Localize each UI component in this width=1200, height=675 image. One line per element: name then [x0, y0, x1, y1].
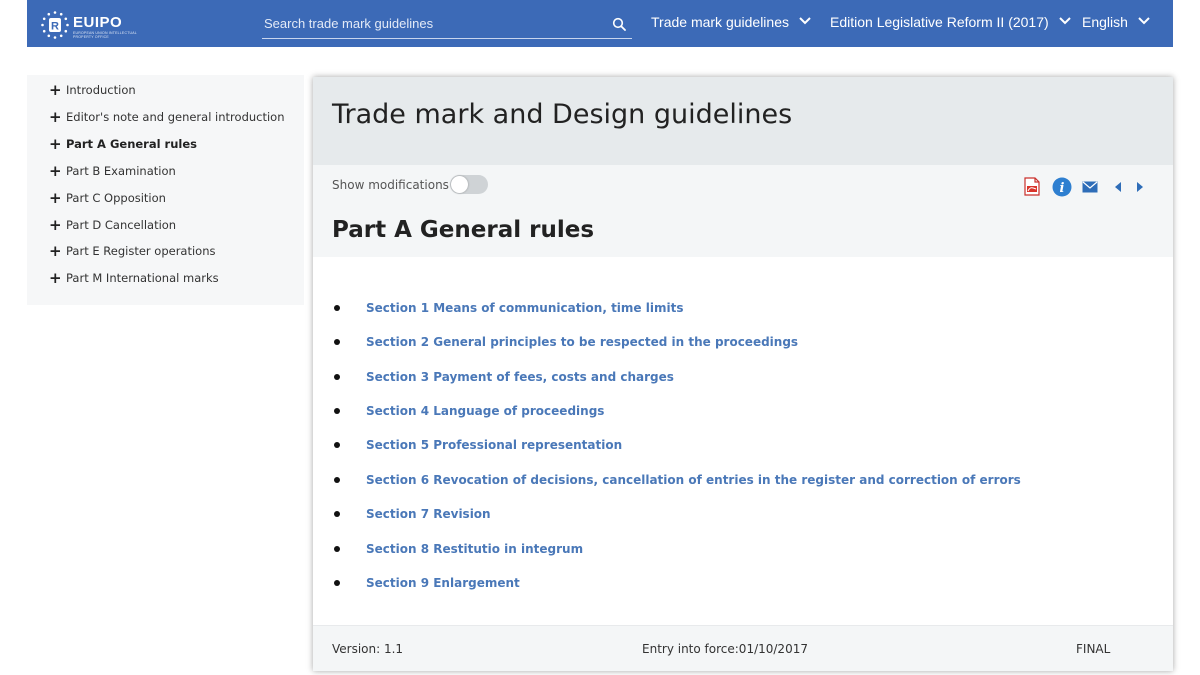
- bullet: [334, 442, 340, 448]
- version-label: Version: 1.1: [332, 642, 404, 656]
- nav-label: Edition Legislative Reform II (2017): [830, 14, 1049, 30]
- svg-text:i: i: [1060, 181, 1065, 196]
- search-input[interactable]: Search trade mark guidelines: [264, 16, 433, 31]
- nav-language[interactable]: English: [1082, 14, 1150, 30]
- section-heading: Part A General rules: [332, 217, 595, 243]
- euipo-emblem-icon: R: [41, 11, 69, 39]
- expand-plus-icon[interactable]: +: [49, 269, 66, 287]
- sidebar-item-label: Part D Cancellation: [66, 218, 177, 232]
- expand-plus-icon[interactable]: +: [49, 135, 66, 153]
- sidebar-item-label: Part A General rules: [66, 137, 198, 151]
- bullet: [334, 511, 340, 517]
- nav-trade-mark-guidelines[interactable]: Trade mark guidelines: [651, 14, 811, 30]
- email-icon[interactable]: [1082, 181, 1098, 193]
- sidebar-item-label: Part E Register operations: [66, 244, 216, 258]
- card-header: Trade mark and Design guidelines: [313, 77, 1173, 165]
- list-item: Section 4 Language of proceedings: [331, 402, 604, 420]
- logo-text: EUIPO: [73, 14, 123, 31]
- sidebar-item-label: Part B Examination: [66, 164, 176, 178]
- sidebar-item-part-d[interactable]: + Part D Cancellation: [49, 216, 176, 234]
- sidebar-item-part-a[interactable]: + Part A General rules: [49, 135, 197, 153]
- list-item: Section 5 Professional representation: [331, 436, 622, 454]
- section-link[interactable]: Section 7 Revision: [366, 507, 491, 521]
- bullet: [334, 580, 340, 586]
- section-link[interactable]: Section 1 Means of communication, time l…: [366, 301, 683, 315]
- list-item: Section 3 Payment of fees, costs and cha…: [331, 368, 674, 386]
- section-link[interactable]: Section 5 Professional representation: [366, 438, 622, 452]
- page-title: Trade mark and Design guidelines: [332, 99, 793, 130]
- nav-label: Trade mark guidelines: [651, 14, 789, 30]
- section-link[interactable]: Section 3 Payment of fees, costs and cha…: [366, 370, 674, 384]
- expand-plus-icon[interactable]: +: [49, 189, 66, 207]
- bullet: [334, 374, 340, 380]
- info-icon[interactable]: i: [1052, 177, 1072, 197]
- sidebar-item-label: Part C Opposition: [66, 191, 166, 205]
- list-item: Section 8 Restitutio in integrum: [331, 540, 583, 558]
- sidebar-item-label: Introduction: [66, 83, 136, 97]
- entry-into-force-label: Entry into force:01/10/2017: [642, 642, 808, 656]
- expand-plus-icon[interactable]: +: [49, 242, 66, 260]
- chevron-down-icon: [799, 17, 811, 25]
- expand-plus-icon[interactable]: +: [49, 108, 66, 126]
- status-label: FINAL: [1076, 642, 1111, 656]
- bullet: [334, 477, 340, 483]
- svg-text:R: R: [51, 21, 59, 33]
- search-box[interactable]: Search trade mark guidelines: [262, 11, 632, 39]
- sidebar-item-introduction[interactable]: + Introduction: [49, 81, 136, 99]
- chevron-down-icon: [1138, 17, 1150, 25]
- nav-label: English: [1082, 14, 1128, 30]
- section-link[interactable]: Section 9 Enlargement: [366, 576, 520, 590]
- chevron-down-icon: [1058, 17, 1071, 25]
- euipo-logo[interactable]: R EUIPO EUROPEAN UNION INTELLECTUAL PROP…: [40, 10, 160, 40]
- sidebar-item-part-m[interactable]: + Part M International marks: [49, 269, 219, 287]
- sidebar-item-editors-note[interactable]: + Editor's note and general introduction: [49, 108, 285, 126]
- content-card: Trade mark and Design guidelines Show mo…: [313, 77, 1173, 671]
- section-link[interactable]: Section 2 General principles to be respe…: [366, 335, 798, 349]
- list-item: Section 1 Means of communication, time l…: [331, 299, 683, 317]
- list-item: Section 9 Enlargement: [331, 574, 520, 592]
- section-link[interactable]: Section 6 Revocation of decisions, cance…: [366, 473, 1021, 487]
- search-icon[interactable]: [612, 17, 626, 31]
- previous-arrow-icon[interactable]: [1114, 182, 1122, 192]
- bullet: [334, 305, 340, 311]
- sidebar-item-part-c[interactable]: + Part C Opposition: [49, 189, 166, 207]
- pdf-icon[interactable]: [1024, 177, 1040, 196]
- expand-plus-icon[interactable]: +: [49, 162, 66, 180]
- expand-plus-icon[interactable]: +: [49, 216, 66, 234]
- logo-subtitle: EUROPEAN UNION INTELLECTUAL PROPERTY OFF…: [73, 31, 137, 39]
- sidebar-item-part-b[interactable]: + Part B Examination: [49, 162, 176, 180]
- show-modifications-label: Show modifications: [332, 178, 449, 192]
- card-footer: Version: 1.1 Entry into force:01/10/2017…: [313, 625, 1173, 671]
- section-link[interactable]: Section 4 Language of proceedings: [366, 404, 604, 418]
- bullet: [334, 546, 340, 552]
- bullet: [334, 408, 340, 414]
- sidebar-item-label: Part M International marks: [66, 271, 219, 285]
- list-item: Section 2 General principles to be respe…: [331, 333, 798, 351]
- sidebar-item-label: Editor's note and general introduction: [66, 110, 285, 124]
- nav-edition[interactable]: Edition Legislative Reform II (2017): [830, 14, 1071, 30]
- sidebar-nav: + Introduction + Editor's note and gener…: [27, 75, 304, 305]
- toggle-knob: [451, 176, 468, 193]
- show-modifications-toggle[interactable]: [450, 175, 488, 194]
- section-link[interactable]: Section 8 Restitutio in integrum: [366, 542, 583, 556]
- list-item: Section 7 Revision: [331, 505, 491, 523]
- sidebar-item-part-e[interactable]: + Part E Register operations: [49, 242, 216, 260]
- top-header: R EUIPO EUROPEAN UNION INTELLECTUAL PROP…: [27, 0, 1173, 47]
- next-arrow-icon[interactable]: [1136, 182, 1144, 192]
- bullet: [334, 339, 340, 345]
- expand-plus-icon[interactable]: +: [49, 81, 66, 99]
- list-item: Section 6 Revocation of decisions, cance…: [331, 471, 1021, 489]
